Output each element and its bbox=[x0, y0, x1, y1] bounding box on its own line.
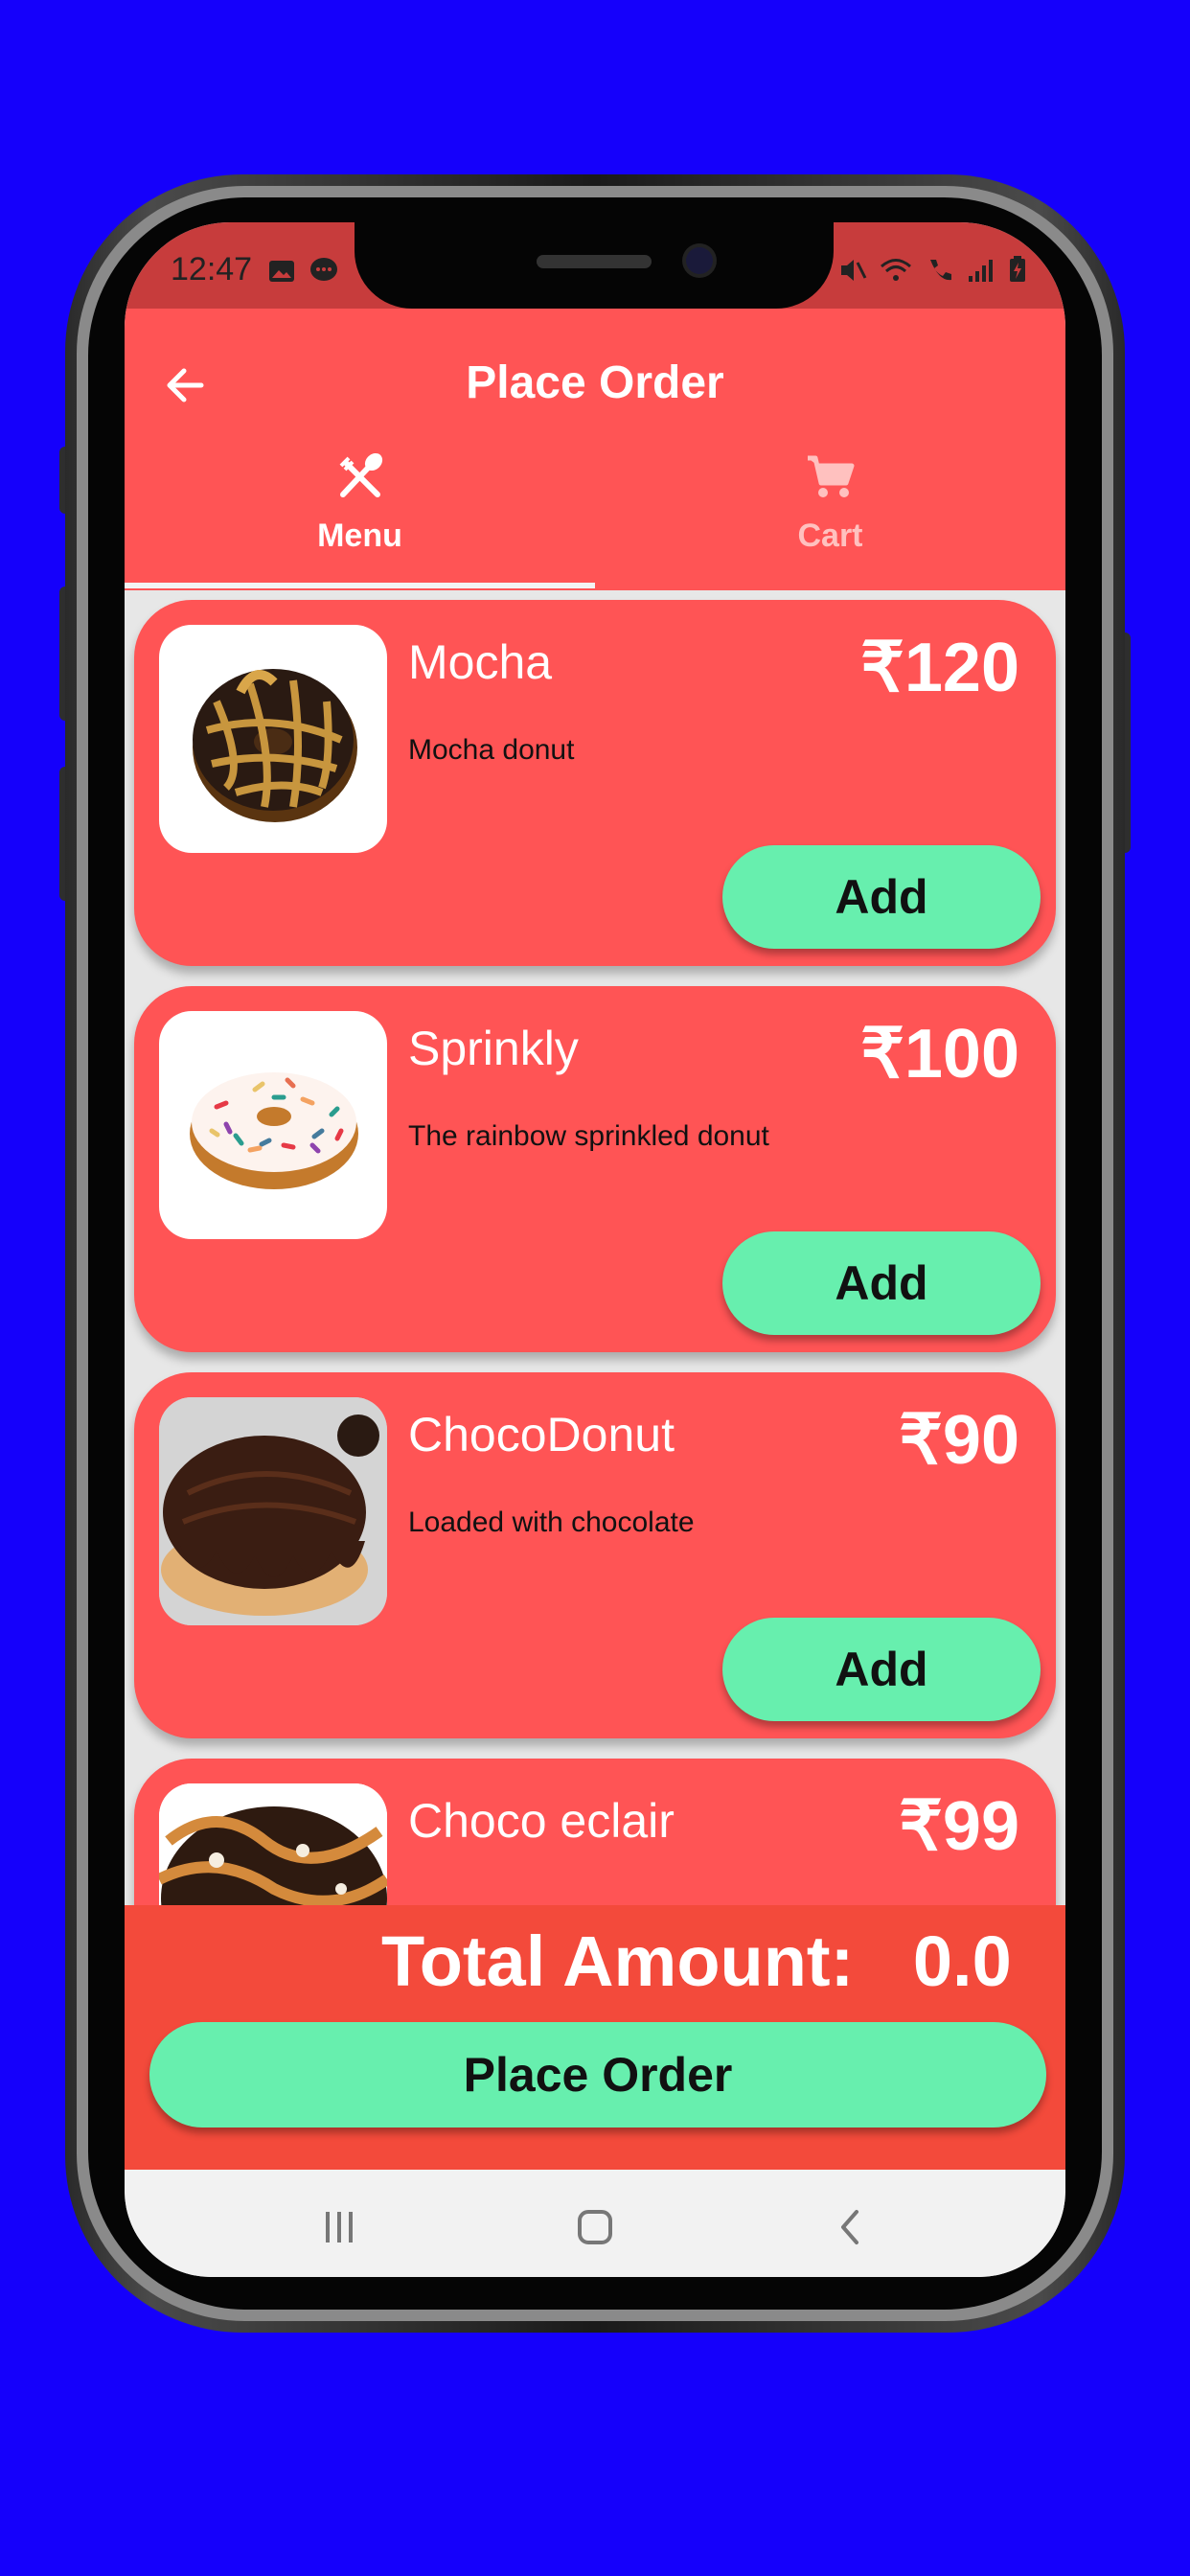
item-price: ₹120 bbox=[860, 630, 1019, 706]
item-price: ₹100 bbox=[860, 1016, 1019, 1092]
tab-menu-label: Menu bbox=[317, 518, 402, 554]
tab-indicator bbox=[125, 583, 595, 588]
add-button[interactable]: Add bbox=[722, 1618, 1041, 1721]
add-button[interactable]: Add bbox=[722, 1231, 1041, 1335]
add-button[interactable]: Add bbox=[722, 845, 1041, 949]
chevron-left-icon bbox=[841, 2210, 858, 2244]
item-description: Mocha donut bbox=[408, 734, 575, 766]
choco-donut-image bbox=[159, 1397, 387, 1625]
system-status-icons bbox=[838, 255, 1027, 290]
order-summary-panel: Total Amount: 0.0 Place Order bbox=[125, 1905, 1065, 2170]
mute-icon bbox=[841, 260, 867, 281]
chat-bubble-icon bbox=[310, 258, 338, 281]
menu-item-card: Sprinkly ₹100 The rainbow sprinkled donu… bbox=[134, 986, 1056, 1352]
recent-apps-icon bbox=[326, 2212, 353, 2242]
item-description: Loaded with chocolate bbox=[408, 1506, 695, 1538]
tab-menu[interactable]: Menu bbox=[125, 450, 595, 590]
item-description: The rainbow sprinkled donut bbox=[408, 1120, 769, 1152]
status-time: 12:47 bbox=[171, 251, 253, 288]
page-title: Place Order bbox=[466, 357, 724, 408]
navigation-bar bbox=[125, 2170, 1065, 2277]
wifi-icon bbox=[881, 259, 912, 281]
speaker bbox=[537, 255, 652, 268]
item-price: ₹90 bbox=[899, 1402, 1019, 1479]
sprinkled-donut-image bbox=[159, 1011, 387, 1239]
menu-item-card: Mocha ₹120 Mocha donut Add bbox=[134, 600, 1056, 966]
battery-icon bbox=[1010, 256, 1025, 282]
home-icon bbox=[578, 2210, 612, 2244]
image-icon bbox=[269, 261, 294, 282]
signal-icon bbox=[968, 260, 993, 282]
item-price: ₹99 bbox=[899, 1788, 1019, 1865]
status-bar: 12:47 bbox=[125, 222, 1065, 309]
item-name: Sprinkly bbox=[408, 1022, 579, 1075]
total-amount: Total Amount: 0.0 bbox=[381, 1920, 1012, 2002]
item-name: Choco eclair bbox=[408, 1794, 675, 1848]
app-bar: Place Order Menu Cart bbox=[125, 309, 1065, 590]
tab-cart-label: Cart bbox=[797, 518, 863, 554]
place-order-button[interactable]: Place Order bbox=[149, 2022, 1046, 2128]
total-value: 0.0 bbox=[912, 1921, 1012, 2001]
menu-item-card: ChocoDonut ₹90 Loaded with chocolate Add bbox=[134, 1372, 1056, 1738]
menu-item-card: Choco eclair ₹99 bbox=[134, 1759, 1056, 1905]
front-camera bbox=[686, 247, 713, 274]
back-nav-button[interactable] bbox=[822, 2198, 880, 2256]
phone-screen: 12:47 Place Order Menu Cart Mocha ₹120 M… bbox=[125, 222, 1065, 2277]
cart-icon bbox=[807, 455, 854, 497]
recent-apps-button[interactable] bbox=[310, 2198, 368, 2256]
mocha-donut-image bbox=[159, 625, 387, 853]
total-label: Total Amount: bbox=[381, 1921, 855, 2001]
item-name: ChocoDonut bbox=[408, 1408, 675, 1461]
call-icon bbox=[929, 260, 951, 281]
menu-list[interactable]: Mocha ₹120 Mocha donut Add Sprinkly ₹100… bbox=[125, 590, 1065, 1905]
choco-eclair-image bbox=[159, 1783, 387, 1905]
item-name: Mocha bbox=[408, 635, 553, 689]
notification-icons bbox=[268, 257, 338, 290]
tab-cart[interactable]: Cart bbox=[595, 450, 1065, 590]
fork-spoon-icon bbox=[339, 452, 382, 497]
home-button[interactable] bbox=[566, 2198, 624, 2256]
